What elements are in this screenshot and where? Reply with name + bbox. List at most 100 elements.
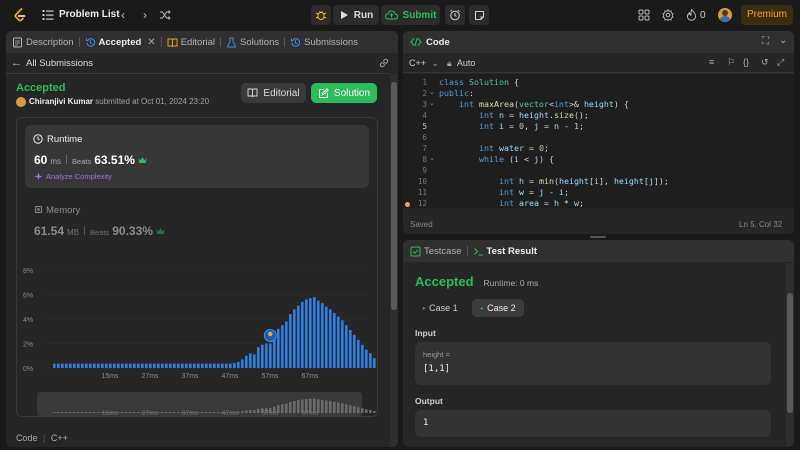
chart-bar[interactable]	[265, 343, 268, 369]
chart-bar[interactable]	[161, 363, 164, 368]
chart-bar[interactable]	[289, 314, 292, 368]
chart-bar[interactable]	[349, 330, 352, 368]
code-text[interactable]: class Solution { public: int maxArea(vec…	[439, 74, 794, 208]
chart-bar[interactable]	[89, 363, 92, 368]
tab-testcase[interactable]: Testcase	[410, 246, 462, 257]
fold-chevron-icon[interactable]: ⌄	[429, 154, 435, 162]
chart-bar[interactable]	[169, 363, 172, 368]
chart-bar[interactable]	[313, 296, 316, 368]
reset-icon[interactable]: ↺	[761, 57, 769, 68]
chart-bar[interactable]	[373, 358, 376, 368]
run-button[interactable]: Run	[333, 5, 379, 25]
tab-description[interactable]: Description	[12, 37, 74, 48]
expand-icon[interactable]: ⤢	[777, 57, 784, 68]
chart-bar[interactable]	[77, 363, 80, 368]
chart-bar[interactable]	[141, 363, 144, 368]
settings-gear-icon[interactable]	[662, 9, 674, 21]
chart-bar[interactable]	[309, 298, 312, 368]
braces-icon[interactable]: {}	[743, 57, 749, 67]
next-problem-icon[interactable]: ›	[139, 8, 151, 22]
back-arrow-icon[interactable]: ←	[11, 57, 22, 69]
chart-bar[interactable]	[353, 334, 356, 368]
chart-bar[interactable]	[297, 305, 300, 368]
format-icon[interactable]: ≡	[709, 57, 714, 67]
chart-bar[interactable]	[273, 337, 276, 368]
chart-bar[interactable]	[369, 353, 372, 368]
code-editor[interactable]: 1 2 3 4 5 6 7 8 9 10 11 12 ⌄ ⌄ ⌄ class Solution { p…	[403, 74, 794, 208]
problem-list-icon[interactable]	[42, 9, 54, 21]
chart-bar[interactable]	[145, 363, 148, 368]
fold-chevron-icon[interactable]: ⌄	[429, 88, 435, 96]
author-name[interactable]: Chiranjivi Kumar	[29, 97, 93, 106]
chart-bar[interactable]	[217, 363, 220, 368]
input-box[interactable]: height = [1,1]	[415, 342, 771, 385]
memory-stat[interactable]: 61.54 MB Beats 90.33%	[34, 224, 165, 238]
chart-bar[interactable]	[345, 325, 348, 368]
shuffle-icon[interactable]	[159, 9, 171, 21]
case-2-tab[interactable]: • Case 2	[472, 299, 524, 317]
analyze-complexity-link[interactable]: Analyze Complexity	[34, 172, 112, 181]
chart-bar[interactable]	[357, 339, 360, 368]
auto-mode-toggle[interactable]: 🔒︎ Auto	[447, 58, 475, 69]
chart-bar[interactable]	[317, 300, 320, 368]
chart-bar[interactable]	[325, 306, 328, 368]
chart-bar[interactable]	[321, 303, 324, 368]
editorial-button[interactable]: Editorial	[241, 83, 306, 103]
chart-bar[interactable]	[205, 363, 208, 368]
scrollbar-thumb[interactable]	[391, 82, 397, 310]
chart-bar[interactable]	[57, 363, 60, 368]
chart-bar[interactable]	[193, 363, 196, 368]
timer-button[interactable]	[445, 5, 465, 25]
submit-button[interactable]: Submit	[381, 5, 440, 25]
chart-bar[interactable]	[361, 344, 364, 368]
chart-bar[interactable]	[149, 363, 152, 368]
runtime-distribution-chart[interactable]: 8% 6% 4% 2% 0% 15ms 27ms 37ms 47ms 57ms 67ms 15ms 27…	[17, 258, 379, 418]
chart-bar[interactable]	[229, 363, 232, 368]
panel-resize-handle[interactable]	[590, 236, 606, 238]
premium-button[interactable]: Premium	[741, 5, 793, 25]
chart-bar[interactable]	[101, 363, 104, 368]
scrollbar-track[interactable]	[786, 263, 794, 447]
chart-bar[interactable]	[181, 363, 184, 368]
tab-editorial[interactable]: Editorial	[167, 37, 215, 48]
chart-bar[interactable]	[53, 363, 56, 368]
chart-bar[interactable]	[249, 353, 252, 368]
prev-problem-icon[interactable]: ‹	[117, 8, 129, 22]
chart-bar[interactable]	[185, 363, 188, 368]
chart-bar[interactable]	[241, 359, 244, 368]
chart-bar[interactable]	[337, 316, 340, 368]
chart-bar[interactable]	[165, 363, 168, 368]
chart-bar[interactable]	[301, 301, 304, 368]
chart-bar[interactable]	[85, 363, 88, 368]
chart-bar[interactable]	[277, 328, 280, 368]
language-select[interactable]: C++ ⌄	[409, 58, 439, 69]
chart-bar[interactable]	[81, 363, 84, 368]
chart-bar[interactable]	[253, 354, 256, 368]
tab-test-result[interactable]: Test Result	[473, 246, 537, 257]
chart-bar[interactable]	[157, 363, 160, 368]
chart-bar[interactable]	[213, 363, 216, 368]
chart-bar[interactable]	[73, 363, 76, 368]
chart-bar[interactable]	[173, 363, 176, 368]
collapse-chevron-icon[interactable]: ⌄	[779, 35, 787, 46]
chart-bar[interactable]	[117, 363, 120, 368]
chart-bar[interactable]	[61, 363, 64, 368]
bookmark-icon[interactable]: ⚐	[727, 57, 735, 68]
chart-bar[interactable]	[333, 312, 336, 368]
tab-submissions[interactable]: Submissions	[290, 37, 358, 48]
chart-bar[interactable]	[197, 363, 200, 368]
scrollbar-track[interactable]	[390, 74, 398, 447]
streak-fire-icon[interactable]	[686, 9, 697, 21]
chart-bar[interactable]	[341, 320, 344, 368]
chart-bar[interactable]	[189, 363, 192, 368]
author-avatar[interactable]	[16, 97, 26, 107]
chart-bar[interactable]	[133, 363, 136, 368]
chart-bar[interactable]	[245, 355, 248, 368]
chart-bar[interactable]	[93, 363, 96, 368]
chart-bar[interactable]	[97, 363, 100, 368]
scrollbar-thumb[interactable]	[787, 293, 793, 413]
chart-bar[interactable]	[285, 321, 288, 368]
runtime-card[interactable]: Runtime 60 ms Beats 63.51% Analyze Compl…	[25, 125, 369, 188]
chart-bar[interactable]	[177, 363, 180, 368]
chart-bar[interactable]	[125, 363, 128, 368]
